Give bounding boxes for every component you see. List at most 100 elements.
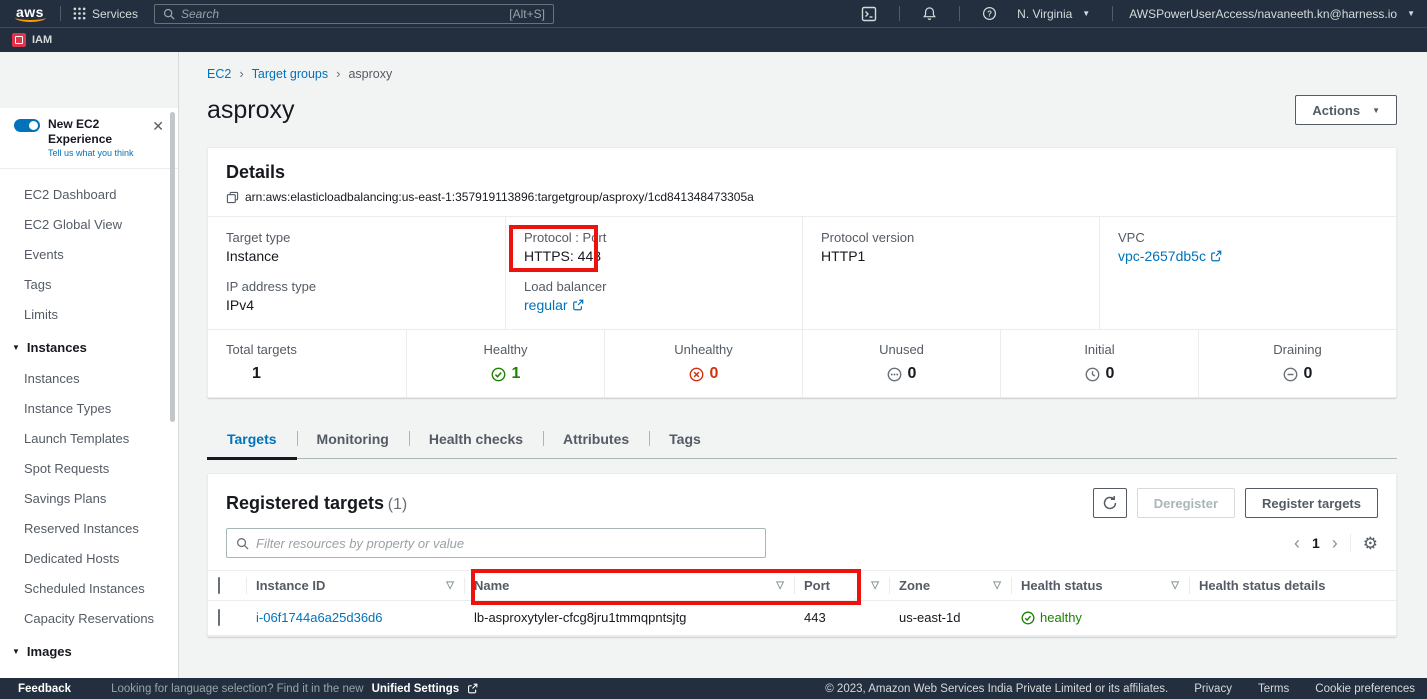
- settings-gear-icon[interactable]: ⚙: [1363, 535, 1378, 552]
- sidebar-item-spot-requests[interactable]: Spot Requests: [0, 457, 178, 480]
- sidebar-item-limits[interactable]: Limits: [0, 303, 178, 326]
- refresh-button[interactable]: [1093, 488, 1127, 518]
- iam-shortcut[interactable]: IAM: [32, 34, 52, 46]
- account-label: AWSPowerUserAccess/navaneeth.kn@harness.…: [1129, 7, 1397, 21]
- aws-logo[interactable]: aws: [12, 4, 48, 23]
- unified-settings-link[interactable]: Unified Settings: [372, 683, 460, 695]
- target-port-cell: 443: [794, 601, 889, 636]
- sidebar-item-instances[interactable]: Instances: [0, 367, 178, 390]
- vpc-value: vpc-2657db5c: [1118, 248, 1206, 264]
- row-checkbox[interactable]: [218, 609, 220, 626]
- page-number[interactable]: 1: [1312, 535, 1320, 551]
- details-title: Details: [226, 162, 285, 182]
- tab-tags[interactable]: Tags: [649, 423, 721, 458]
- sidebar-item-ec2-global-view[interactable]: EC2 Global View: [0, 213, 178, 236]
- load-balancer-link[interactable]: regular: [524, 297, 584, 313]
- account-menu[interactable]: AWSPowerUserAccess/navaneeth.kn@harness.…: [1125, 7, 1419, 21]
- chevron-down-icon: ▼: [1372, 106, 1380, 115]
- sort-icon[interactable]: ▽: [1171, 580, 1179, 591]
- sort-icon[interactable]: ▽: [871, 580, 879, 591]
- sidebar-item-scheduled-instances[interactable]: Scheduled Instances: [0, 577, 178, 600]
- next-page-icon[interactable]: ›: [1332, 534, 1338, 552]
- sidebar-section-images[interactable]: ▼ Images: [0, 640, 178, 663]
- terms-link[interactable]: Terms: [1258, 683, 1289, 695]
- tab-attributes[interactable]: Attributes: [543, 423, 649, 458]
- experience-toggle[interactable]: [14, 119, 40, 132]
- cookie-preferences-link[interactable]: Cookie preferences: [1315, 683, 1415, 695]
- target-type-value: Instance: [226, 248, 487, 264]
- breadcrumb-current: asproxy: [348, 67, 392, 81]
- sidebar-section-instances[interactable]: ▼ Instances: [0, 336, 178, 359]
- feedback-link[interactable]: Feedback: [18, 683, 71, 695]
- sidebar-top-spacer: [0, 52, 178, 108]
- register-targets-button[interactable]: Register targets: [1245, 488, 1378, 518]
- search-shortcut: [Alt+S]: [509, 7, 545, 21]
- sort-icon[interactable]: ▽: [446, 580, 454, 591]
- privacy-link[interactable]: Privacy: [1194, 683, 1232, 695]
- refresh-icon: [1102, 495, 1118, 511]
- external-link-icon: [467, 683, 478, 694]
- instance-id-link[interactable]: i-06f1744a6a25d36d6: [256, 610, 383, 625]
- services-menu[interactable]: Services: [73, 7, 138, 21]
- health-details-cell: [1189, 601, 1396, 636]
- draining-label: Draining: [1199, 342, 1396, 357]
- table-row: i-06f1744a6a25d36d6 lb-asproxytyler-cfcg…: [208, 601, 1396, 636]
- sidebar-item-instance-types[interactable]: Instance Types: [0, 397, 178, 420]
- actions-button[interactable]: Actions ▼: [1295, 95, 1397, 125]
- divider: [1112, 6, 1113, 21]
- sidebar-item-amis[interactable]: AMIs: [0, 671, 178, 678]
- global-search[interactable]: [Alt+S]: [154, 4, 554, 24]
- sort-icon[interactable]: ▽: [776, 580, 784, 591]
- tab-monitoring[interactable]: Monitoring: [297, 423, 409, 458]
- divider: [1350, 534, 1351, 552]
- ip-address-type-label: IP address type: [226, 279, 487, 294]
- help-icon[interactable]: ?: [972, 6, 1007, 21]
- initial-value: 0: [1106, 365, 1115, 383]
- load-balancer-value: regular: [524, 297, 568, 313]
- chevron-down-icon: ▼: [1407, 9, 1415, 18]
- vpc-link[interactable]: vpc-2657db5c: [1118, 248, 1222, 264]
- sidebar-nav: EC2 Dashboard EC2 Global View Events Tag…: [0, 169, 178, 678]
- notifications-bell-icon[interactable]: [912, 6, 947, 21]
- region-selector[interactable]: N. Virginia ▼: [1007, 7, 1100, 21]
- protocol-port-label: Protocol : Port: [524, 230, 784, 245]
- search-icon: [163, 8, 175, 20]
- minus-circle-icon: [1283, 367, 1298, 382]
- previous-page-icon[interactable]: ‹: [1294, 534, 1300, 552]
- deregister-button[interactable]: Deregister: [1137, 488, 1235, 518]
- breadcrumb-ec2[interactable]: EC2: [207, 67, 231, 81]
- sort-icon[interactable]: ▽: [993, 580, 1001, 591]
- sidebar-item-tags[interactable]: Tags: [0, 273, 178, 296]
- filter-input-wrap: [226, 528, 766, 558]
- console-footer: Feedback Looking for language selection?…: [0, 678, 1427, 699]
- chevron-down-icon: ▼: [12, 647, 20, 656]
- target-group-arn: arn:aws:elasticloadbalancing:us-east-1:3…: [245, 190, 754, 204]
- tab-health-checks[interactable]: Health checks: [409, 423, 543, 458]
- breadcrumb-target-groups[interactable]: Target groups: [252, 67, 328, 81]
- sidebar-item-events[interactable]: Events: [0, 243, 178, 266]
- search-input[interactable]: [181, 7, 503, 21]
- chevron-down-icon: ▼: [12, 343, 20, 352]
- language-selection-text: Looking for language selection? Find it …: [111, 683, 364, 695]
- copy-icon[interactable]: [226, 191, 239, 204]
- sidebar-item-launch-templates[interactable]: Launch Templates: [0, 427, 178, 450]
- sidebar-item-reserved-instances[interactable]: Reserved Instances: [0, 517, 178, 540]
- tab-targets[interactable]: Targets: [207, 423, 297, 460]
- sidebar-item-capacity-reservations[interactable]: Capacity Reservations: [0, 607, 178, 630]
- select-all-checkbox[interactable]: [218, 577, 220, 594]
- close-icon[interactable]: ✕: [148, 116, 168, 137]
- unhealthy-value: 0: [710, 365, 719, 383]
- experience-feedback-link[interactable]: Tell us what you think: [48, 148, 148, 158]
- target-zone-cell: us-east-1d: [889, 601, 1011, 636]
- filter-input[interactable]: [256, 536, 756, 551]
- x-circle-icon: [689, 367, 704, 382]
- top-navigation: aws Services [Alt+S] ? N. Virginia ▼: [0, 0, 1427, 27]
- ellipsis-circle-icon: [887, 367, 902, 382]
- experience-title: New EC2 Experience: [48, 117, 112, 146]
- sidebar-scrollbar[interactable]: [170, 112, 175, 422]
- sidebar-item-dedicated-hosts[interactable]: Dedicated Hosts: [0, 547, 178, 570]
- cloudshell-icon[interactable]: [851, 6, 887, 22]
- copyright-text: © 2023, Amazon Web Services India Privat…: [825, 683, 1168, 695]
- sidebar-item-ec2-dashboard[interactable]: EC2 Dashboard: [0, 183, 178, 206]
- sidebar-item-savings-plans[interactable]: Savings Plans: [0, 487, 178, 510]
